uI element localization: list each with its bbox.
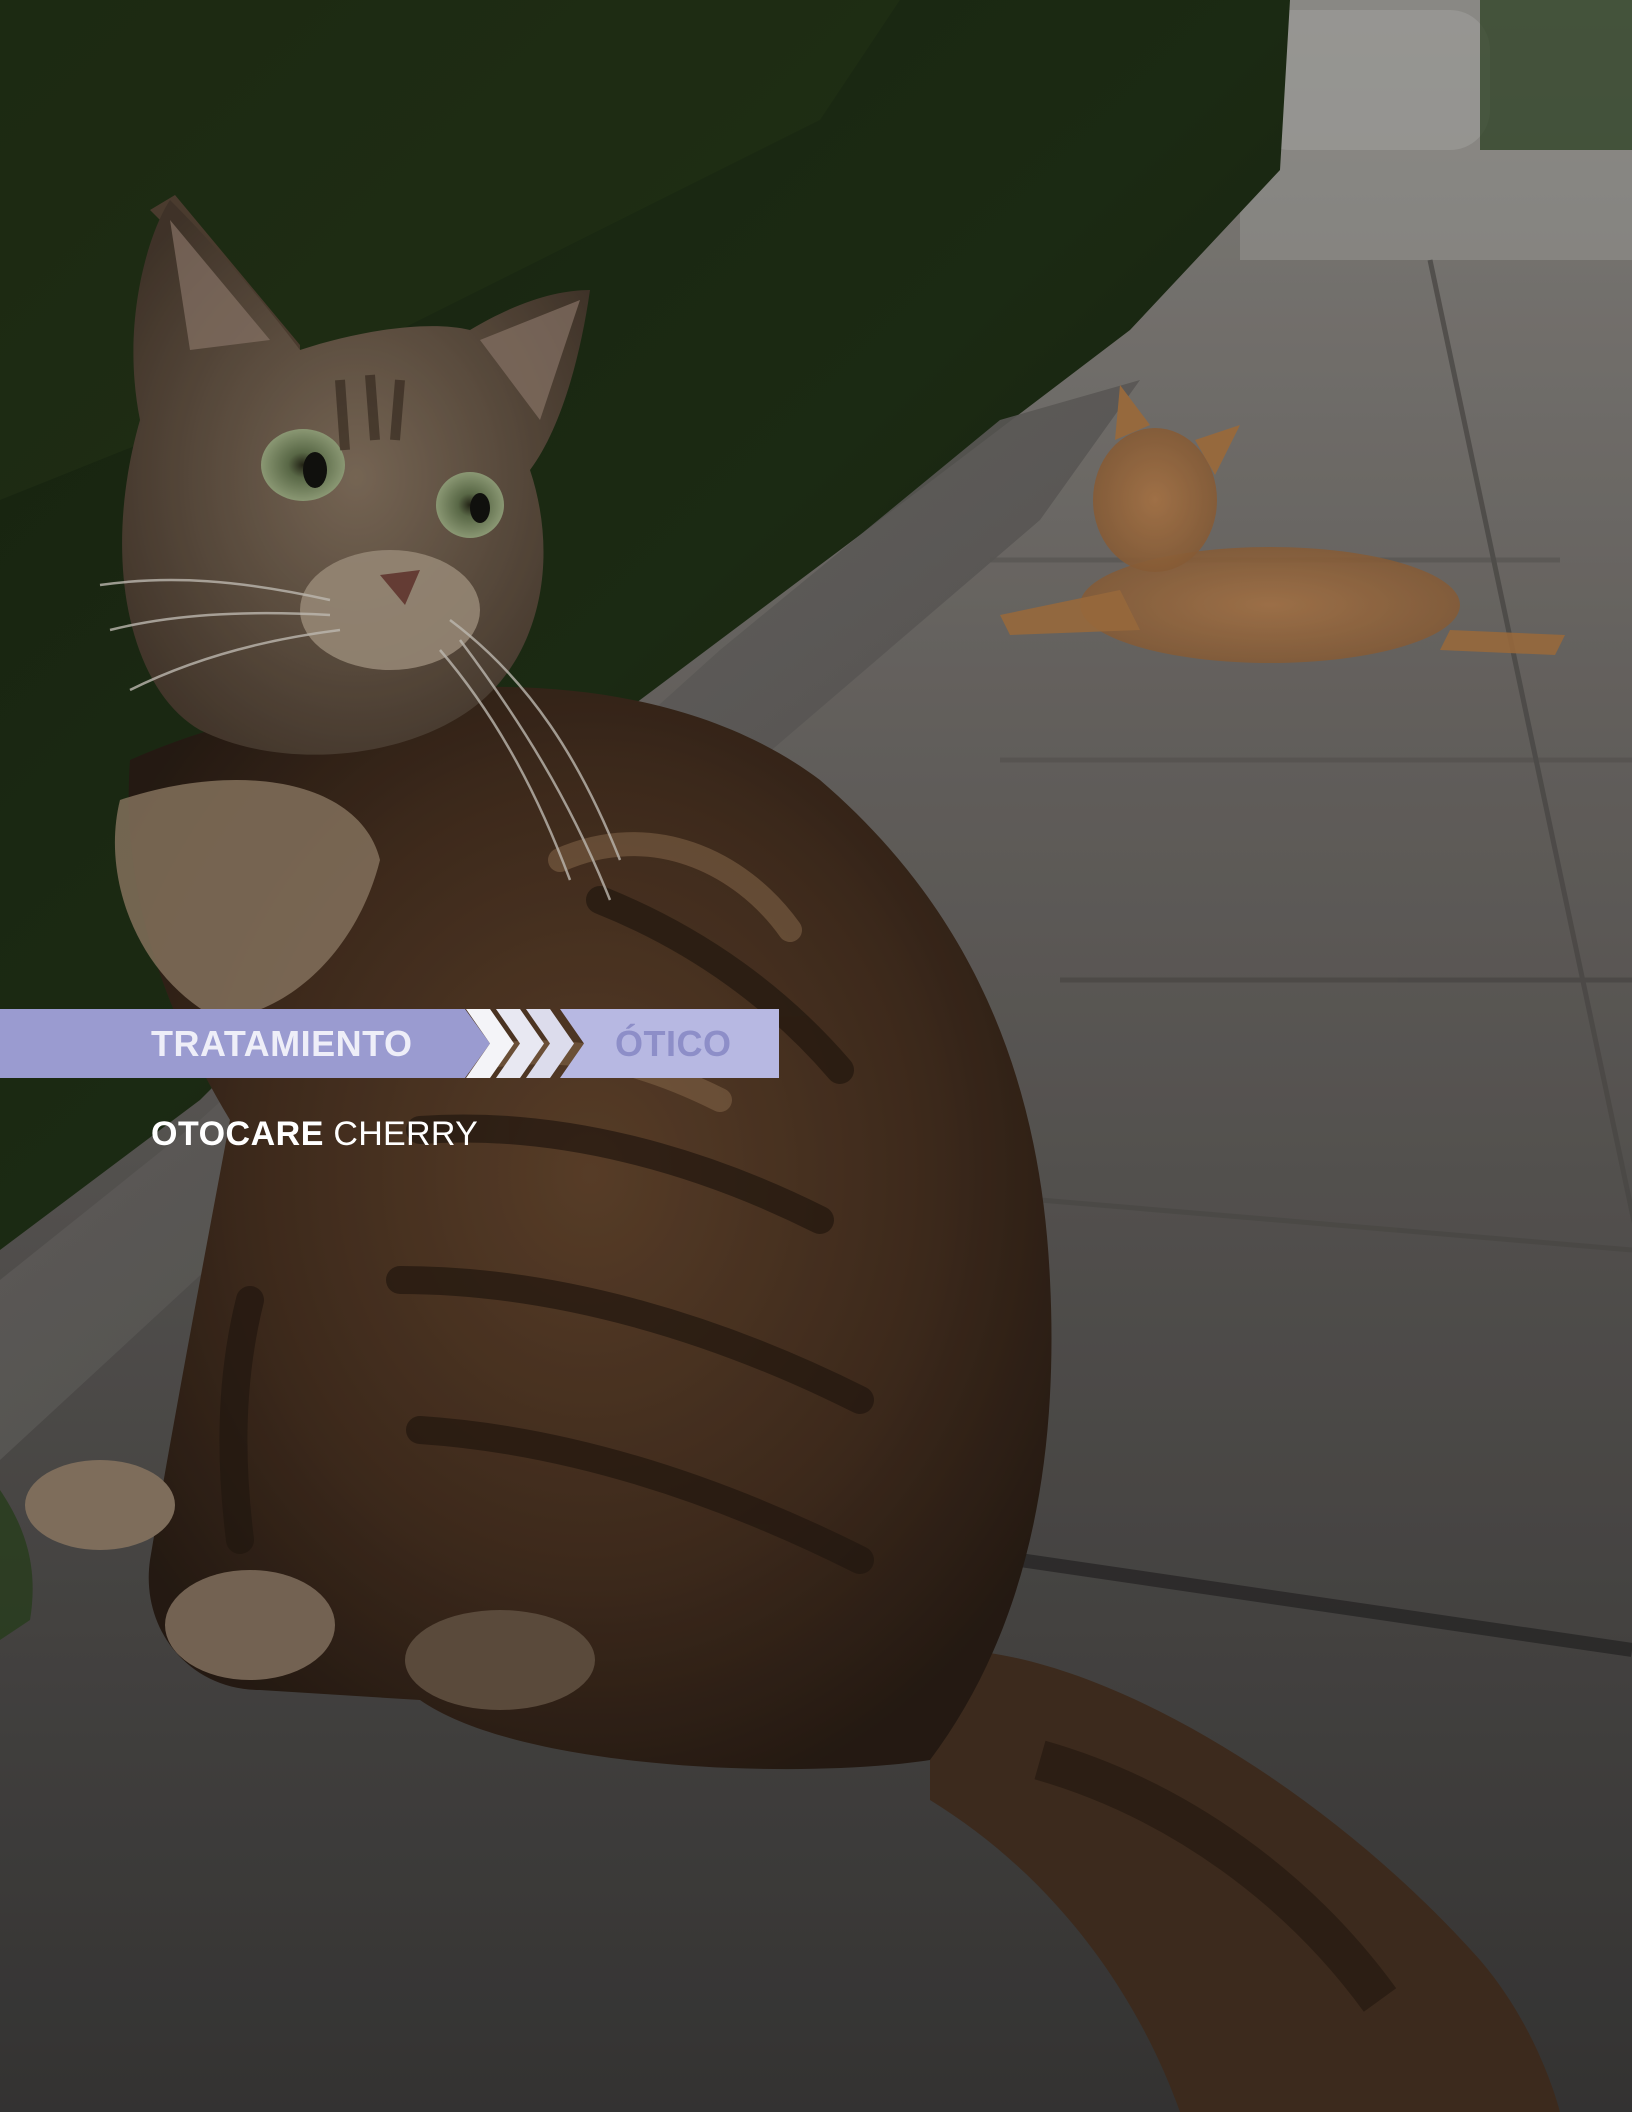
product-variant: CHERRY — [333, 1115, 479, 1153]
banner-category-label: TRATAMIENTO — [151, 1023, 413, 1064]
product-brand: OTOCARE — [151, 1115, 324, 1153]
product-title: OTOCARE CHERRY — [151, 1112, 478, 1156]
catalog-page: TRATAMIENTO ÓTICO OTOCARE CHERRY — [0, 0, 1632, 2112]
category-banner: TRATAMIENTO ÓTICO — [0, 1009, 779, 1078]
banner-subcategory-label: ÓTICO — [615, 1023, 732, 1064]
